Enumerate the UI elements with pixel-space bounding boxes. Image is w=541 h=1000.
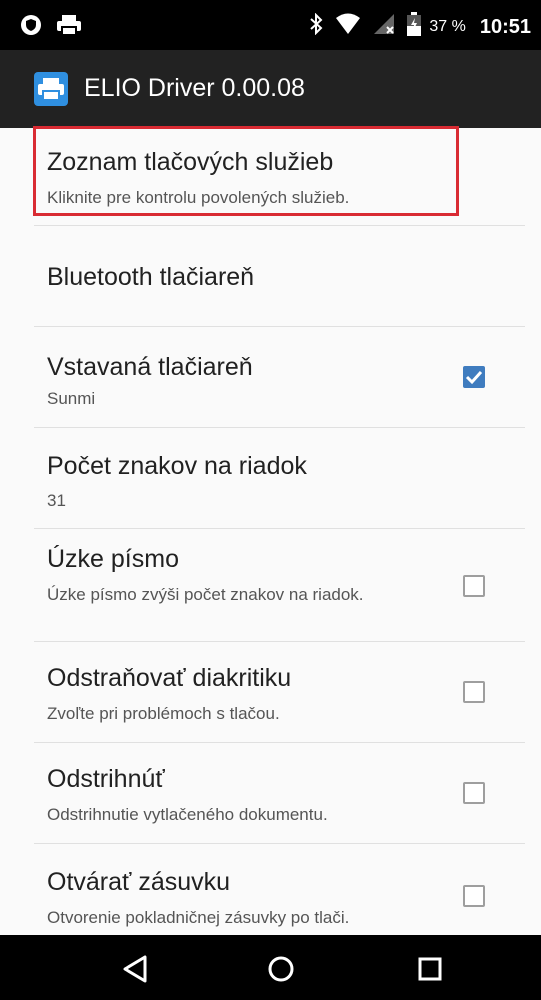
bluetooth-icon xyxy=(309,12,323,41)
app-bar: ELIO Driver 0.00.08 xyxy=(0,50,541,128)
pref-title: Otvárať zásuvku xyxy=(47,868,231,896)
pref-narrow-font[interactable]: Úzke písmo Úzke písmo zvýši počet znakov… xyxy=(0,529,541,642)
checkbox-unchecked[interactable] xyxy=(463,681,485,703)
back-icon[interactable] xyxy=(118,951,154,987)
vpn-shield-icon xyxy=(20,13,42,42)
pref-summary: Kliknite pre kontrolu povolených služieb… xyxy=(47,188,350,207)
pref-remove-diacritics[interactable]: Odstraňovať diakritiku Zvoľte pri problé… xyxy=(0,642,541,743)
pref-title: Bluetooth tlačiareň xyxy=(47,263,255,291)
preferences-list: Zoznam tlačových služieb Kliknite pre ko… xyxy=(0,128,541,936)
status-bar: 37 % 10:51 xyxy=(0,0,541,50)
wifi-icon xyxy=(335,13,361,41)
pref-summary: 31 xyxy=(47,491,66,510)
navigation-bar xyxy=(0,935,541,1000)
pref-bluetooth-printer[interactable]: Bluetooth tlačiareň xyxy=(0,226,541,327)
pref-title: Vstavaná tlačiareň xyxy=(47,353,253,381)
pref-summary: Úzke písmo zvýši počet znakov na riadok. xyxy=(47,585,364,604)
no-signal-icon xyxy=(373,13,395,41)
pref-print-services[interactable]: Zoznam tlačových služieb Kliknite pre ko… xyxy=(0,128,541,226)
pref-cut-paper[interactable]: Odstrihnúť Odstrihnutie vytlačeného doku… xyxy=(0,743,541,844)
pref-builtin-printer[interactable]: Vstavaná tlačiareň Sunmi xyxy=(0,327,541,428)
pref-summary: Otvorenie pokladničnej zásuvky po tlači. xyxy=(47,908,350,927)
clock: 10:51 xyxy=(479,15,531,38)
pref-title: Zoznam tlačových služieb xyxy=(47,148,334,176)
pref-chars-per-line[interactable]: Počet znakov na riadok 31 xyxy=(0,428,541,529)
recents-icon[interactable] xyxy=(412,951,448,987)
pref-open-drawer[interactable]: Otvárať zásuvku Otvorenie pokladničnej z… xyxy=(0,844,541,936)
app-title: ELIO Driver 0.00.08 xyxy=(84,74,305,102)
checkbox-checked[interactable] xyxy=(463,366,485,388)
printer-icon xyxy=(56,13,82,42)
checkbox-unchecked[interactable] xyxy=(463,575,485,597)
pref-summary: Odstrihnutie vytlačeného dokumentu. xyxy=(47,805,328,824)
pref-title: Úzke písmo xyxy=(47,545,179,573)
pref-title: Počet znakov na riadok xyxy=(47,452,307,480)
checkbox-unchecked[interactable] xyxy=(463,782,485,804)
printer-icon xyxy=(34,72,68,106)
battery-icon xyxy=(407,12,422,42)
checkbox-unchecked[interactable] xyxy=(463,885,485,907)
pref-summary: Sunmi xyxy=(47,389,96,408)
battery-percent: 37 % xyxy=(429,18,466,35)
pref-summary: Zvoľte pri problémoch s tlačou. xyxy=(47,704,280,723)
home-icon[interactable] xyxy=(263,951,299,987)
pref-title: Odstrihnúť xyxy=(47,765,165,793)
pref-title: Odstraňovať diakritiku xyxy=(47,664,292,692)
